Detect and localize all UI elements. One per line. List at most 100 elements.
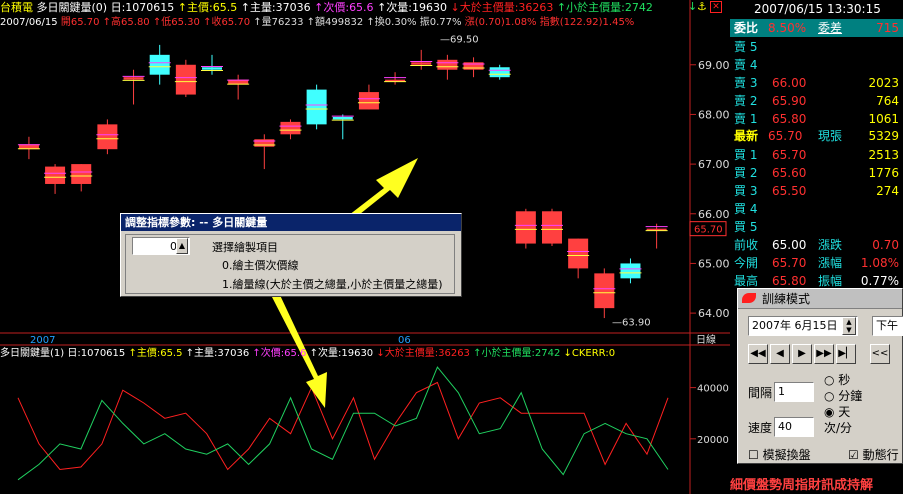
rewind-icon[interactable]: << [870,344,890,364]
candle-body [175,64,196,95]
vol-indicator-title: 多日關鍵量(1) [0,348,65,359]
bottom-toolbar[interactable]: 細價盤勢周指財訊成持解 [730,478,903,494]
quote-level-label: 賣 3 [734,76,758,90]
training-mode-dialog: 訓練模式 2007年 6月15日 ▲ ▼ 下午 ◀◀ ◀ ▶ ▶▶ ▶▏ << 間… [737,288,903,464]
x-axis-month: 06 [398,335,411,346]
interval-input[interactable]: 1 [774,382,814,402]
close-icon[interactable]: ✕ [710,1,722,13]
quote-volume: 274 [876,184,899,198]
quote-volume: 764 [876,94,899,108]
high-label: —69.50 [440,34,479,45]
candle-body [149,54,170,75]
quote-level-label: 買 1 [734,148,758,162]
low-value: ↑低65.30 [152,17,200,28]
quote-level-label: 買 2 [734,166,758,180]
sell-row: 賣 3 66.00 2023 [730,74,903,92]
radio-min[interactable]: ○ 分鐘 [824,387,862,404]
quote-price: 66.00 [772,76,807,90]
candle-body [358,92,379,110]
candle-body [515,211,536,244]
sell-row: 賣 2 65.90 764 [730,92,903,110]
vol-tick-label: 20000 [697,435,729,446]
indicator-header: 台積電 多日關鍵量(0) 日:1070615 ↑主價:65.5 ↑主量:3703… [0,0,728,15]
buy-row: 買 1 65.70 2513 [730,146,903,164]
quote-volume: 1776 [868,166,899,180]
anchor-icon[interactable]: ⚓ [697,0,707,13]
checked-icon: ☑ [848,448,863,462]
indicator-title: 多日關鍵量(0) [36,1,108,14]
quote-price: 65.70 [772,148,807,162]
date-spin-icon[interactable]: ▲ ▼ [842,317,856,335]
speed-unit: 次/分 [824,421,853,435]
quote-datetime: 2007/06/15 13:30:15 [754,2,881,16]
quote-price: 65.90 [772,94,807,108]
candle-body [568,238,589,269]
index-value: 指數(122.92)1.45% [539,17,635,28]
vol-main-price: ↑主價:65.5 [128,348,183,359]
speed-label: 速度 [748,421,773,435]
dynamic-checkbox[interactable]: ☑ 動態行 [848,446,899,463]
radio-day[interactable]: ◉ 天 [824,403,850,420]
quote-level-label: 買 3 [734,184,758,198]
current-price-text: 65.70 [694,225,723,236]
quote-level-label: 買 5 [734,220,758,234]
quote-level-label: 買 4 [734,202,758,216]
ampm-field[interactable]: 下午 [872,316,903,336]
close-value: ↑收65.70 [203,17,251,28]
radio-icon: ○ [824,389,839,403]
quote-level-label: 賣 1 [734,112,758,126]
prev-close-row: 前收 65.00 漲跌 0.70 [734,238,899,252]
below-main-volume: ↑小於主價量:2742 [556,1,653,14]
quote-volume: 2513 [868,148,899,162]
turnover-value: ↑換0.30% [366,17,417,28]
next-icon[interactable]: ▶▶ [814,344,834,364]
candle-body [306,89,327,125]
bar-date: 2007/06/15 [0,17,58,28]
vol-main-volume: ↑主量:37036 [185,348,250,359]
play-icon[interactable]: ▶ [792,344,812,364]
sell-row: 賣 1 65.80 1061 [730,110,903,128]
spin-icon[interactable]: ▲ [176,238,188,254]
price-tick-label: 66.00 [698,208,730,221]
price-tick-label: 69.00 [698,59,730,72]
low-label: —63.90 [612,318,651,329]
candle-body [542,211,562,244]
quote-level-label: 賣 4 [734,58,758,72]
main-volume: ↑主量:37036 [240,1,311,14]
candle-body [332,116,353,120]
last-icon[interactable]: ▶▏ [836,344,856,364]
change-value: 漲(0.70)1.08% [464,17,537,28]
quote-price: 65.60 [772,166,807,180]
quote-level-label: 賣 2 [734,94,758,108]
vol-below-main: ↑小於主價量:2742 [473,348,561,359]
candle-body [437,59,458,70]
option-0[interactable]: 0.繪主價次價線 [222,257,299,273]
below-volume-line [17,366,669,481]
above-volume-line [17,381,669,471]
candle-body [594,273,615,309]
down-arrow-icon[interactable]: ↓ [688,0,697,13]
candle-body [97,124,118,150]
candle-body [620,263,641,279]
speed-input[interactable]: 40 [774,417,814,437]
buy-row: 買 5 [730,218,903,236]
buy-row: 買 4 [730,200,903,218]
simulate-checkbox[interactable]: ☐ 模擬換盤 [748,446,811,463]
interval-label: 間隔 [748,386,773,400]
ckerr-value: ↓CKERR:0 [563,348,616,359]
params-dialog-title: 調整指標參數: -- 多日關鍵量 [121,214,461,231]
sell-row: 賣 4 [730,56,903,74]
candle-body [411,62,432,65]
option-title: 選擇繪製項目 [212,241,278,254]
prev-icon[interactable]: ◀ [770,344,790,364]
quote-volume: 1061 [868,112,899,126]
ohlc-header: 2007/06/15 開65.70 ↑高65.80 ↑低65.30 ↑收65.7… [0,15,690,30]
above-main-volume: ↓大於主價量:36263 [450,1,554,14]
first-icon[interactable]: ◀◀ [748,344,768,364]
candle-body [280,121,301,135]
option-1[interactable]: 1.繪量線(大於主價之總量,小於主價量之總量) [222,276,443,292]
vol-tick-label: 40000 [697,384,729,395]
stock-name: 台積電 [0,1,33,14]
radio-sec[interactable]: ○ 秒 [824,371,850,388]
vol-above-main: ↓大於主價量:36263 [376,348,470,359]
